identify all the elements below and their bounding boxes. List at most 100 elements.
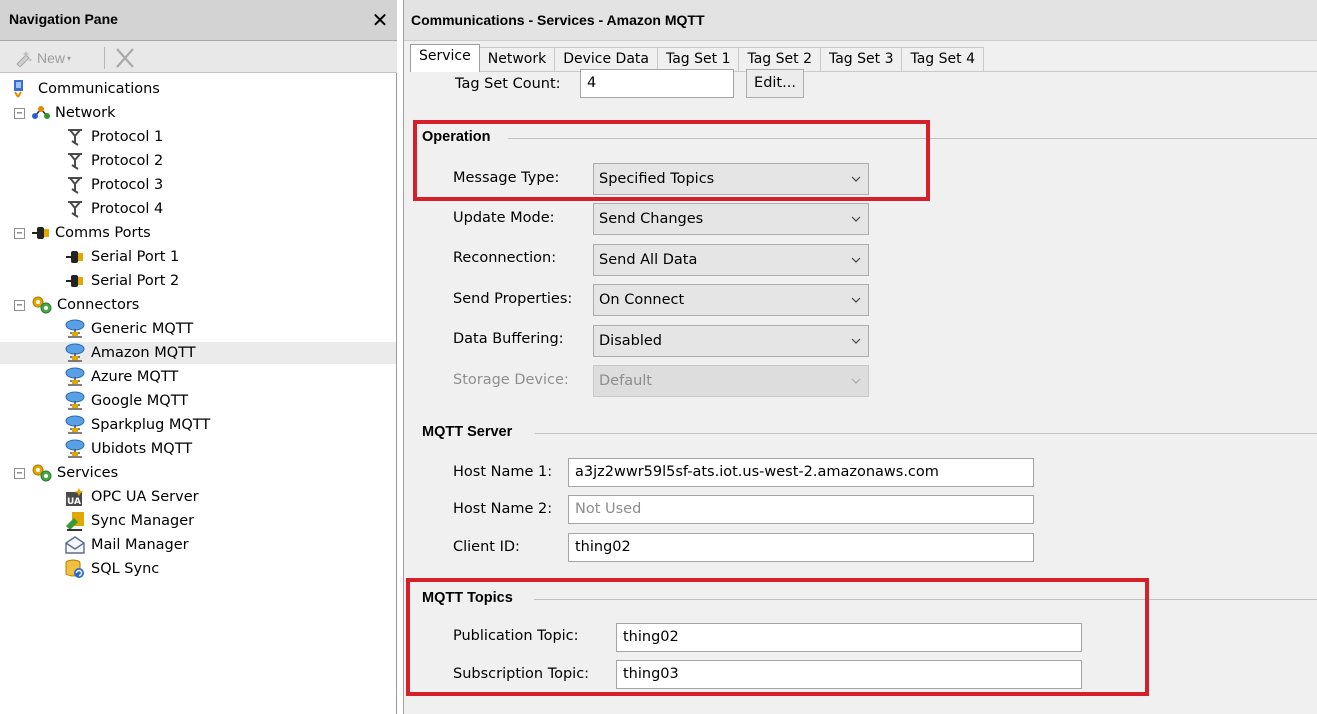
chevron-down-icon: ▾ [67,53,72,63]
opc-ua-icon: UA [64,487,86,507]
mqtt-cloud-icon [64,367,86,387]
tab-tag-set-3[interactable]: Tag Set 3 [819,47,903,72]
tag-set-count-field[interactable]: 4 [580,69,734,98]
reconnection-value: Send All Data [599,252,698,268]
mqtt-cloud-icon [64,439,86,459]
nav-toolbar: New ▾ [0,41,397,73]
tree-item-protocol-1[interactable]: Protocol 1 [64,126,163,148]
tree-item-label: Protocol 4 [91,201,164,217]
send-properties-value: On Connect [599,292,685,308]
tree-item-ubidots-mqtt[interactable]: Ubidots MQTT [64,438,192,460]
new-button-label: New [37,50,66,66]
tree-item-label: Azure MQTT [91,369,179,385]
collapse-icon[interactable]: − [14,467,25,479]
close-icon[interactable]: ✕ [370,8,390,32]
tree-item-label: Serial Port 2 [91,273,180,289]
tree-item-generic-mqtt[interactable]: Generic MQTT [64,318,193,340]
tree-item-services[interactable]: − Services [14,462,118,484]
tree-item-comms-ports[interactable]: − Comms Ports [14,222,151,244]
highlight-box-mqtt-topics [406,578,1149,696]
mqtt-cloud-icon [64,391,86,411]
tree-item-label: Serial Port 1 [91,249,180,265]
new-item-icon [16,51,33,67]
tree-item-label: Services [57,465,119,481]
nav-title: Navigation Pane [9,11,118,27]
tree-item-protocol-4[interactable]: Protocol 4 [64,198,163,220]
tree-item-label: Mail Manager [91,537,189,553]
sync-manager-icon [64,511,86,531]
tree-item-mail-manager[interactable]: Mail Manager [64,534,189,556]
tab-service[interactable]: Service [410,44,480,72]
page-title: Communications - Services - Amazon MQTT [411,12,705,28]
client-id-input[interactable]: thing02 [568,533,1034,562]
storage-device-select: Default [593,365,869,397]
protocol-icon [64,175,86,195]
tree-item-sync-manager[interactable]: Sync Manager [64,510,194,532]
delete-button[interactable] [113,47,137,69]
mqtt-cloud-icon [64,343,86,363]
tree-item-serial-port-1[interactable]: Serial Port 1 [64,246,179,268]
network-icon [31,103,51,123]
tab-strip: Service Network Device Data Tag Set 1 Ta… [410,44,984,72]
chevron-down-icon [851,338,861,344]
tree-item-communications[interactable]: Communications [10,78,160,100]
collapse-icon[interactable]: − [14,299,25,311]
connectors-icon [31,295,53,315]
update-mode-label: Update Mode: [453,210,555,226]
mqtt-cloud-icon [64,415,86,435]
tree-item-label: Comms Ports [55,225,151,241]
tag-set-count-label: Tag Set Count: [455,76,561,92]
tree-item-sparkplug-mqtt[interactable]: Sparkplug MQTT [64,414,210,436]
tree-item-label: OPC UA Server [91,489,199,505]
client-id-label: Client ID: [453,539,520,555]
nav-header: Navigation Pane ✕ [0,0,397,41]
svg-text:UA: UA [67,497,81,507]
tree-item-label: Protocol 2 [91,153,164,169]
services-icon [31,463,53,483]
send-properties-select[interactable]: On Connect [593,284,869,316]
host-name-2-input[interactable]: Not Used [568,495,1034,524]
tab-tag-set-4[interactable]: Tag Set 4 [901,47,984,72]
reconnection-select[interactable]: Send All Data [593,244,869,276]
tree-item-network[interactable]: − Network [14,102,116,124]
tree-item-label: Protocol 3 [91,177,164,193]
tree-item-label: Connectors [57,297,140,313]
chevron-down-icon [851,297,861,303]
sql-sync-icon [64,559,86,579]
collapse-icon[interactable]: − [14,107,25,119]
edit-button[interactable]: Edit... [746,69,804,98]
tree-item-label: Ubidots MQTT [91,441,193,457]
tree-item-google-mqtt[interactable]: Google MQTT [64,390,188,412]
tree-item-opc-ua-server[interactable]: UA OPC UA Server [64,486,199,508]
comms-ports-icon [31,223,51,243]
tree-item-amazon-mqtt[interactable]: Amazon MQTT [0,342,396,364]
serial-port-icon [64,247,86,267]
tree-item-label: SQL Sync [91,561,160,577]
update-mode-select[interactable]: Send Changes [593,203,869,235]
tab-network[interactable]: Network [478,47,556,72]
tree-item-protocol-2[interactable]: Protocol 2 [64,150,163,172]
host-name-2-label: Host Name 2: [453,501,553,517]
host-name-1-label: Host Name 1: [453,464,553,480]
highlight-box-operation [413,120,930,201]
tree-item-label: Network [55,105,116,121]
mail-manager-icon [64,535,86,555]
delete-icon [116,48,134,68]
chevron-down-icon [851,378,861,384]
data-buffering-select[interactable]: Disabled [593,325,869,357]
tree-item-azure-mqtt[interactable]: Azure MQTT [64,366,178,388]
main-header: Communications - Services - Amazon MQTT [404,0,1317,41]
tree-item-label: Protocol 1 [91,129,164,145]
new-button[interactable]: New ▾ [14,48,71,68]
tree-item-sql-sync[interactable]: SQL Sync [64,558,159,580]
tree-item-protocol-3[interactable]: Protocol 3 [64,174,163,196]
tree-item-label: Sparkplug MQTT [91,417,211,433]
toolbar-divider [104,47,105,69]
tree-item-label: Amazon MQTT [91,345,196,361]
group-divider [535,433,1317,434]
tree-item-label: Google MQTT [91,393,189,409]
tree-item-connectors[interactable]: − Connectors [14,294,139,316]
collapse-icon[interactable]: − [14,227,25,239]
host-name-1-input[interactable]: a3jz2wwr59l5sf-ats.iot.us-west-2.amazona… [568,458,1034,487]
tree-item-serial-port-2[interactable]: Serial Port 2 [64,270,179,292]
